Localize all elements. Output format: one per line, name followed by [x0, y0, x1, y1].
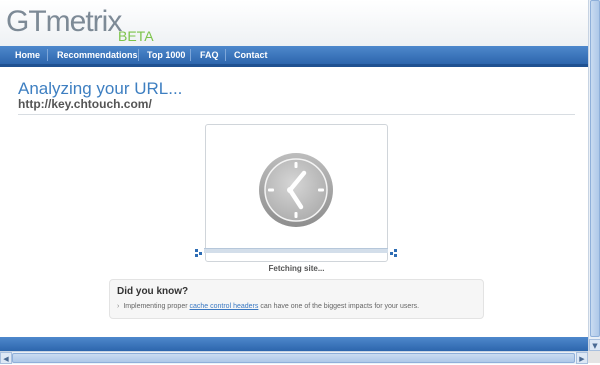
- tip-text-before: Implementing proper: [123, 303, 188, 310]
- progress-left-handle-icon: [194, 245, 204, 257]
- scroll-down-icon[interactable]: ▼: [589, 339, 600, 351]
- loading-panel: [205, 124, 388, 262]
- nav-divider: [225, 49, 226, 61]
- nav-top-1000[interactable]: Top 1000: [147, 46, 185, 64]
- tip-text: › Implementing proper cache control heade…: [117, 303, 419, 310]
- horizontal-scroll-thumb[interactable]: [12, 353, 575, 363]
- horizontal-scrollbar[interactable]: ◀ ▶: [0, 351, 588, 364]
- footer-bar: [0, 337, 588, 351]
- nav-recommendations[interactable]: Recommendations: [57, 46, 138, 64]
- analyzed-url: http://key.chtouch.com/: [18, 97, 152, 111]
- site-header: GTmetrix BETA: [0, 0, 588, 46]
- vertical-scrollbar[interactable]: ▼: [588, 0, 600, 351]
- did-you-know-title: Did you know?: [117, 286, 189, 297]
- main-content: Analyzing your URL... http://key.chtouch…: [8, 67, 588, 337]
- gtmetrix-logo[interactable]: GTmetrix BETA: [6, 4, 154, 44]
- cache-control-headers-link[interactable]: cache control headers: [190, 303, 259, 310]
- page-title: Analyzing your URL...: [18, 79, 183, 98]
- scrollbar-corner: [588, 351, 600, 363]
- did-you-know-box: Did you know? › Implementing proper cache…: [109, 279, 484, 319]
- title-divider: [18, 114, 575, 115]
- clock-icon: [259, 153, 333, 227]
- tip-text-after: can have one of the biggest impacts for …: [260, 303, 420, 310]
- nav-divider: [190, 49, 191, 61]
- nav-contact[interactable]: Contact: [234, 46, 268, 64]
- progress-bar: [194, 245, 398, 257]
- progress-right-handle-icon: [388, 245, 398, 257]
- scroll-left-icon[interactable]: ◀: [0, 352, 12, 364]
- nav-divider: [138, 49, 139, 61]
- logo-wordmark: GTmetrix: [6, 5, 122, 38]
- nav-divider: [47, 49, 48, 61]
- beta-badge: BETA: [118, 28, 154, 44]
- main-nav: Home Recommendations Top 1000 FAQ Contac…: [0, 46, 588, 67]
- bullet-icon: ›: [117, 303, 120, 310]
- status-text: Fetching site...: [268, 264, 325, 273]
- vertical-scroll-thumb[interactable]: [590, 0, 600, 337]
- scroll-right-icon[interactable]: ▶: [576, 352, 588, 364]
- nav-faq[interactable]: FAQ: [200, 46, 219, 64]
- nav-home[interactable]: Home: [15, 46, 40, 64]
- progress-track: [204, 248, 388, 253]
